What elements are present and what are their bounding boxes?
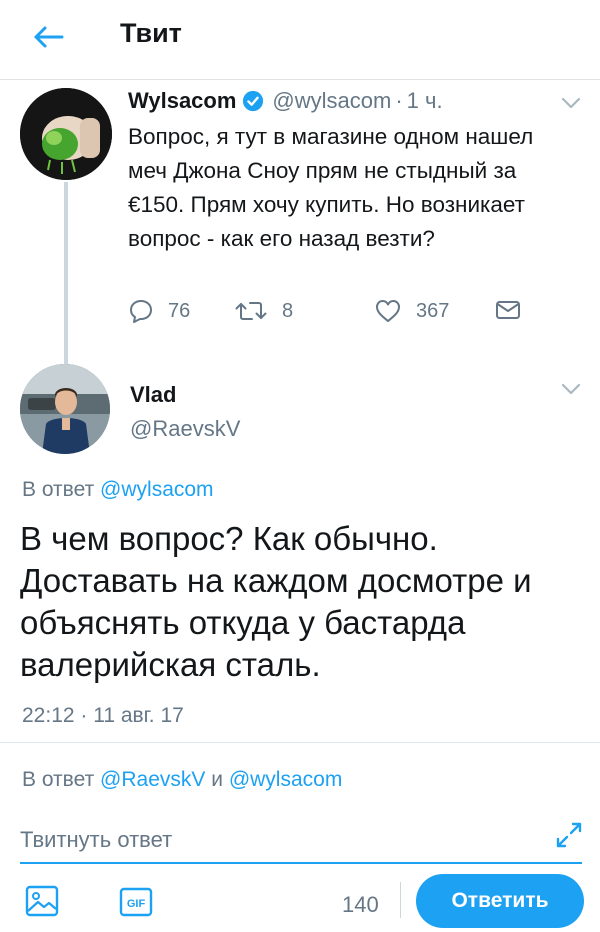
author-handle: @wylsacom — [272, 88, 392, 113]
retweet-count: 8 — [282, 299, 294, 322]
author-handle: @RaevskV — [130, 416, 241, 441]
reply-to-prefix: В ответ — [22, 478, 95, 501]
back-button[interactable] — [28, 20, 68, 54]
reply-to-handle-link[interactable]: @wylsacom — [100, 478, 214, 501]
character-count: 140 — [342, 892, 379, 917]
reply-submit-button[interactable]: Ответить — [416, 874, 584, 928]
direct-message-action[interactable] — [494, 298, 522, 322]
arrow-left-icon — [34, 26, 64, 48]
expand-icon[interactable] — [554, 820, 584, 850]
tweet-text: Вопрос, я тут в магазине одном нашел меч… — [128, 124, 534, 251]
avatar[interactable] — [20, 364, 110, 454]
heart-icon — [376, 300, 400, 322]
tweet-timestamp[interactable]: 22:12 · 11 авг. 17 — [22, 704, 184, 728]
composer-reply-context: В ответ @RaevskV и @wylsacom — [22, 768, 342, 792]
chevron-down-icon[interactable] — [560, 382, 582, 396]
retweet-icon — [235, 302, 267, 320]
reply-action[interactable]: 76 — [128, 298, 190, 324]
reply-input[interactable] — [20, 822, 520, 858]
verified-badge-icon — [243, 90, 264, 112]
top-bar: Твит — [0, 0, 600, 80]
tweet-time: 1 ч. — [406, 88, 443, 113]
avatar[interactable] — [20, 88, 112, 180]
conjunction-text: и — [211, 768, 223, 791]
like-action[interactable]: 367 — [374, 298, 449, 324]
reply-icon — [130, 300, 152, 323]
image-icon[interactable] — [24, 884, 60, 918]
tweet-meta: Wylsacom @wylsacom · 1 ч. — [128, 88, 443, 114]
author-name[interactable]: Wylsacom — [128, 88, 236, 114]
reply-text: В чем вопрос? Как обычно. Доставать на к… — [20, 520, 532, 683]
author-name[interactable]: Vlad — [130, 382, 176, 408]
original-tweet[interactable]: Wylsacom @wylsacom · 1 ч. Вопрос, я тут … — [0, 82, 600, 444]
reply-to-handle-link[interactable]: @wylsacom — [229, 768, 343, 791]
envelope-icon — [496, 301, 520, 319]
retweet-action[interactable]: 8 — [234, 298, 293, 324]
reply-to-prefix: В ответ — [22, 768, 95, 791]
gif-icon[interactable]: GIF — [118, 886, 154, 918]
page-title: Твит — [120, 18, 182, 48]
composer-toolbar: GIF 140 Ответить — [0, 870, 600, 932]
reply-to-handle-link[interactable]: @RaevskV — [100, 768, 205, 791]
reply-context: В ответ @wylsacom — [22, 478, 214, 502]
like-count: 367 — [416, 299, 450, 322]
divider — [0, 742, 600, 743]
reply-composer — [20, 818, 582, 864]
chevron-down-icon[interactable] — [560, 96, 582, 110]
gif-label: GIF — [127, 898, 146, 910]
meta-separator: · — [395, 88, 403, 113]
toolbar-separator — [400, 882, 401, 918]
reply-count: 76 — [168, 299, 191, 322]
